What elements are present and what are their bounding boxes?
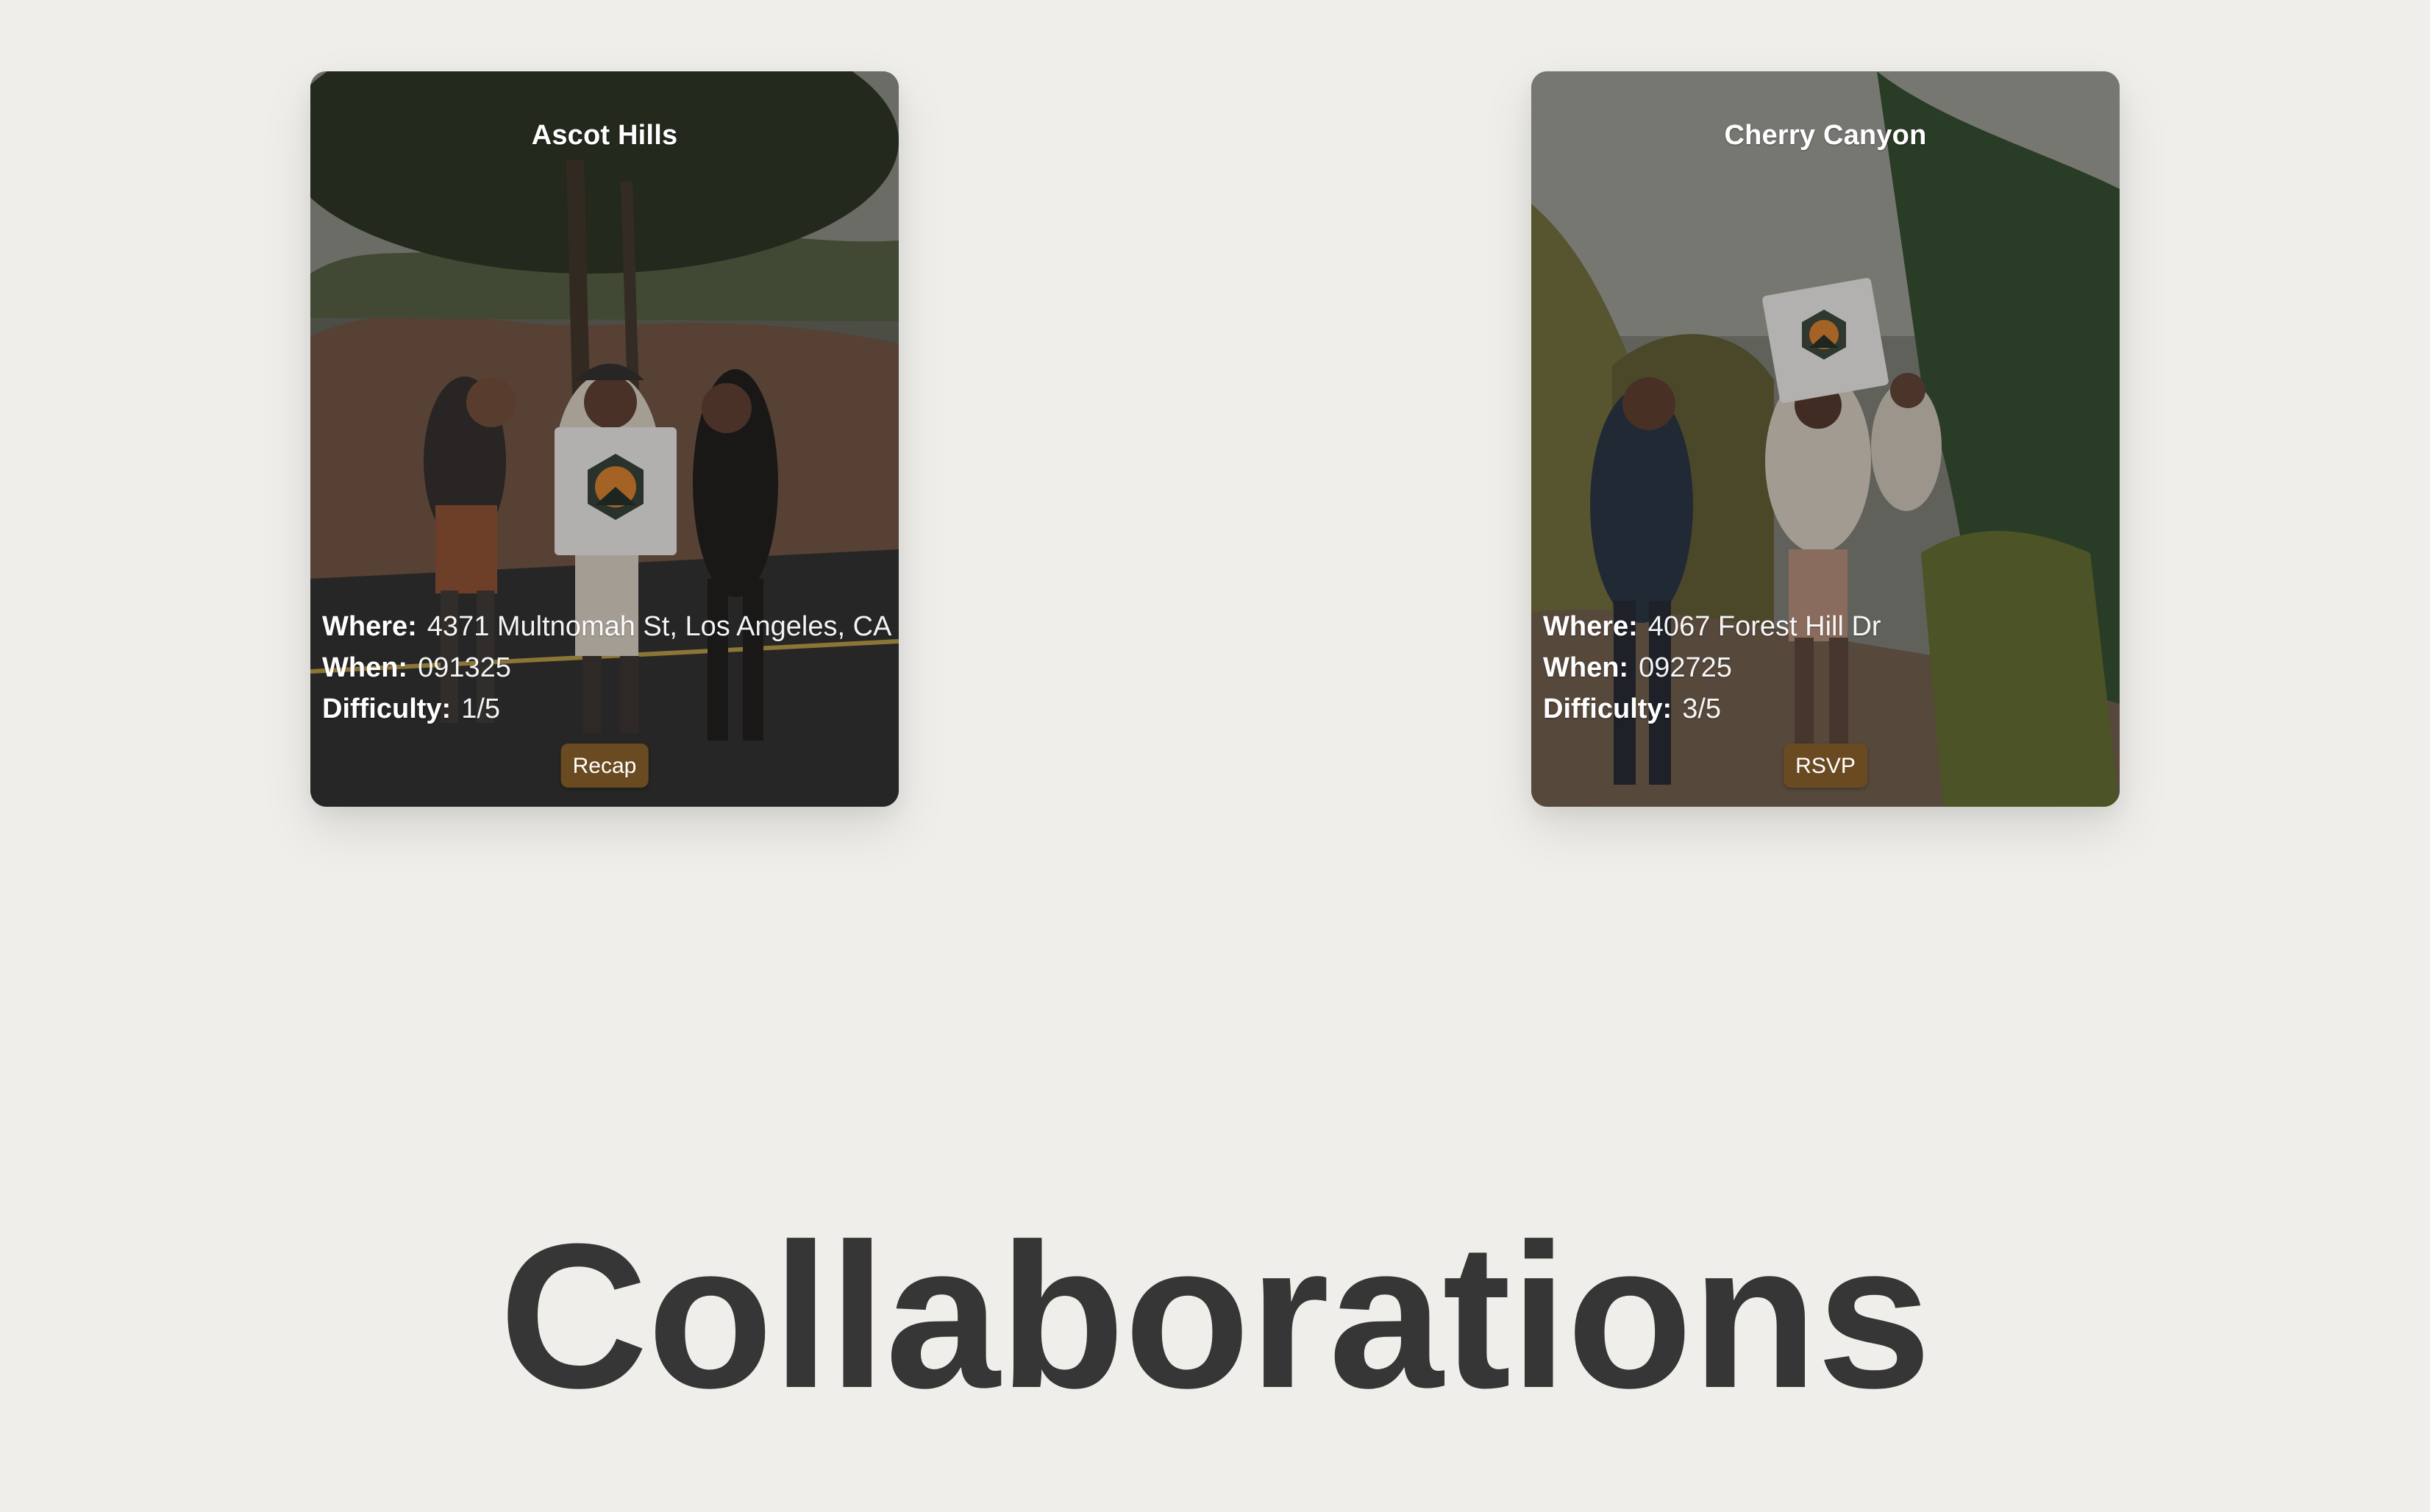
event-details: Where: 4371 Multnomah St, Los Angeles, CA… [322, 606, 893, 730]
when-value: 092725 [1639, 652, 1732, 683]
card-title: Ascot Hills [531, 120, 678, 151]
when-row: When: 092725 [1543, 647, 2114, 688]
event-details: Where: 4067 Forest Hill Dr When: 092725 Di… [1543, 606, 2114, 730]
card-title: Cherry Canyon [1724, 120, 1927, 151]
rsvp-button[interactable]: RSVP [1784, 743, 1867, 788]
difficulty-label: Difficulty: [1543, 693, 1672, 724]
difficulty-row: Difficulty: 1/5 [322, 688, 893, 730]
when-label: When: [1543, 652, 1629, 683]
difficulty-value: 3/5 [1682, 693, 1722, 724]
difficulty-value: 1/5 [461, 693, 501, 724]
where-label: Where: [322, 611, 417, 642]
where-row: Where: 4371 Multnomah St, Los Angeles, CA [322, 606, 893, 647]
recap-button[interactable]: Recap [560, 743, 649, 788]
where-value: 4067 Forest Hill Dr [1647, 611, 1881, 642]
collaborations-heading: Collaborations [499, 1202, 1931, 1431]
when-value: 091325 [418, 652, 511, 683]
difficulty-label: Difficulty: [322, 693, 452, 724]
event-card-cherry-canyon: Cherry Canyon Where: 4067 Forest Hill Dr … [1531, 71, 2120, 807]
where-value: 4371 Multnomah St, Los Angeles, CA [427, 611, 892, 642]
difficulty-row: Difficulty: 3/5 [1543, 688, 2114, 730]
where-row: Where: 4067 Forest Hill Dr [1543, 606, 2114, 647]
where-label: Where: [1543, 611, 1638, 642]
when-row: When: 091325 [322, 647, 893, 688]
when-label: When: [322, 652, 408, 683]
event-card-ascot-hills: Ascot Hills Where: 4371 Multnomah St, Los… [310, 71, 899, 807]
